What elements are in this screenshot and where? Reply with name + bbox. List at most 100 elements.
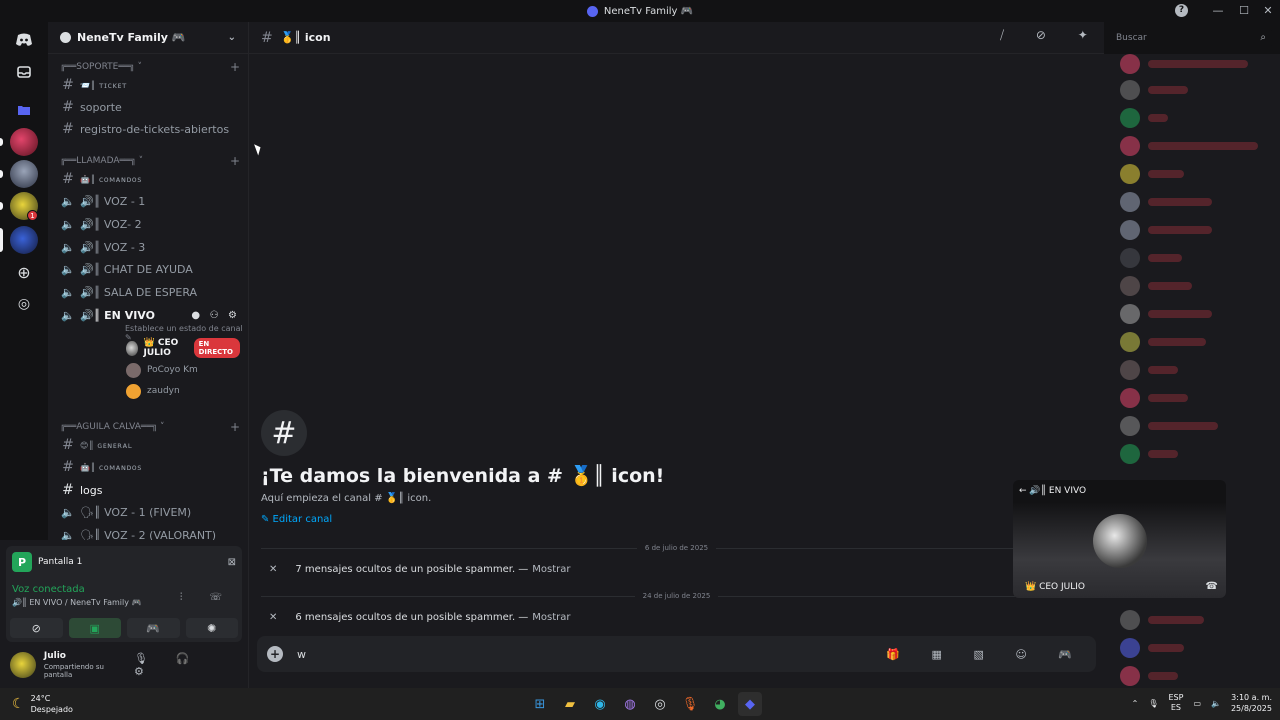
microphone-icon[interactable]: 🎙 [1148, 699, 1158, 708]
category-soporte[interactable]: ╔══SOPORTE══╗ ˅ + [60, 60, 240, 74]
folder-icon[interactable] [10, 96, 38, 124]
server-icon[interactable] [10, 128, 38, 156]
voice-user-zaudyn[interactable]: zaudyn [126, 381, 240, 401]
channel-comandos-2[interactable]: # 🤖║ ᴄᴏᴍᴀɴᴅᴏs [56, 456, 240, 478]
discord-home-icon[interactable] [10, 26, 38, 54]
weather-temp: 24°C [30, 694, 51, 703]
help-icon[interactable]: ? [1175, 4, 1188, 17]
close-icon[interactable]: ✕ [269, 612, 277, 623]
channel-logs[interactable]: # logs [56, 479, 240, 501]
stop-stream-icon[interactable]: ⊠ [228, 557, 236, 568]
show-messages-link[interactable]: Mostrar [532, 564, 570, 575]
channel-label: 🔊║ CHAT DE AYUDA [80, 262, 193, 276]
voice-channel-valorant[interactable]: 🔈 🗣║ VOZ - 2 (VALORANT) [56, 524, 240, 541]
compass-icon[interactable]: ◎ [10, 290, 38, 318]
avatar[interactable] [10, 652, 36, 678]
avatar[interactable] [1120, 136, 1140, 156]
add-server-icon[interactable]: ⊕ [10, 258, 38, 286]
volume-icon[interactable]: 🔈 [1211, 699, 1221, 708]
channel-tools[interactable]: ● ⚇ ⚙ [191, 310, 240, 321]
guild-header[interactable]: NeneTv Family 🎮 ⌄ [48, 22, 248, 54]
voice-user-ceo[interactable]: 👑 CEO JULIO EN DIRECTO [126, 338, 240, 358]
maximize-button[interactable]: ☐ [1234, 2, 1254, 20]
plus-icon[interactable]: + [230, 420, 240, 434]
avatar[interactable] [1120, 638, 1140, 658]
microphone-app-icon[interactable]: 🎙 [678, 692, 702, 716]
channel-registro[interactable]: # registro-de-tickets-abiertos [56, 118, 240, 140]
screen-share-button[interactable]: ▣ [68, 618, 121, 638]
channel-soporte[interactable]: # soporte [56, 96, 240, 118]
inbox-icon[interactable] [10, 58, 38, 86]
start-button-icon[interactable]: ⊞ [528, 692, 552, 716]
edge-icon[interactable]: ◉ [588, 692, 612, 716]
chevron-down-icon[interactable]: ⌄ [228, 32, 236, 43]
activity-button[interactable]: 🎮 [127, 618, 180, 638]
moon-icon: ☾ [12, 696, 25, 712]
plus-icon[interactable]: + [230, 60, 240, 74]
voice-user-pocoyo[interactable]: PoCoyo Km [126, 360, 240, 380]
voice-channel-sala-espera[interactable]: 🔈 🔊║ SALA DE ESPERA [56, 281, 240, 303]
voice-channel-fivem[interactable]: 🔈 🗣║ VOZ - 1 (FIVEM) [56, 501, 240, 523]
voice-channel-chat-ayuda[interactable]: 🔈 🔊║ CHAT DE AYUDA [56, 258, 240, 280]
channel-ticket[interactable]: # 📨║ ᴛɪᴄᴋᴇᴛ [56, 74, 240, 96]
channel-general[interactable]: # 😊║ ɢᴇɴᴇʀᴀʟ [56, 434, 240, 456]
voice-channel-voz1[interactable]: 🔈 🔊║ VOZ - 1 [56, 190, 240, 212]
avatar[interactable] [1120, 192, 1140, 212]
screen-share-card[interactable]: P Pantalla 1 ⊠ [6, 546, 242, 578]
channel-comandos[interactable]: # 🤖║ ᴄᴏᴍᴀɴᴅᴏs [56, 168, 240, 190]
minimize-button[interactable]: — [1208, 2, 1228, 20]
close-button[interactable]: ✕ [1258, 2, 1278, 20]
language-indicator[interactable]: ESP ES [1168, 693, 1183, 713]
server-icon-active[interactable] [10, 226, 38, 254]
user-controls[interactable]: 🎙 🎧 ⚙ [134, 652, 238, 678]
hash-icon: # [62, 77, 74, 93]
chrome-icon[interactable]: ◕ [708, 692, 732, 716]
discord-taskbar-icon[interactable]: ◆ [738, 692, 762, 716]
avatar[interactable] [1120, 80, 1140, 100]
avatar[interactable] [1120, 610, 1140, 630]
stream-popout[interactable]: ← 🔊║ EN VIVO 👑 CEO JULIO ☎ [1013, 480, 1226, 598]
weather-widget[interactable]: ☾ 24°C Despejado [12, 693, 73, 715]
file-explorer-icon[interactable]: ▰ [558, 692, 582, 716]
chevron-up-icon[interactable]: ⌃ [1132, 699, 1139, 708]
voice-channel-voz3[interactable]: 🔈 🔊║ VOZ - 3 [56, 236, 240, 258]
avatar[interactable] [1120, 388, 1140, 408]
network-icon[interactable]: ▭ [1193, 699, 1201, 708]
edit-channel-link[interactable]: ✎ Editar canal [261, 514, 664, 525]
soundboard-button[interactable]: ✺ [185, 618, 238, 638]
message-input[interactable]: w [297, 648, 306, 661]
avatar[interactable] [1120, 360, 1140, 380]
hash-icon: # [62, 121, 74, 137]
clock[interactable]: 3:10 a. m. 25/8/2025 [1231, 692, 1272, 714]
avatar[interactable] [1120, 276, 1140, 296]
chat-app-icon[interactable]: ◍ [618, 692, 642, 716]
avatar[interactable] [1120, 164, 1140, 184]
category-llamada[interactable]: ╔══LLAMADA══╗ ˅ + [60, 154, 240, 168]
close-icon[interactable]: ✕ [269, 564, 277, 575]
category-aguila-calva[interactable]: ╔══AGUILA CALVA══╗ ˅ + [60, 420, 240, 434]
avatar[interactable] [1120, 666, 1140, 686]
avatar[interactable] [1120, 220, 1140, 240]
message-composer[interactable]: + w 🎁 ▦ ▧ ☺ 🎮 [257, 636, 1096, 672]
plus-icon[interactable]: + [230, 154, 240, 168]
popout-header[interactable]: ← 🔊║ EN VIVO [1013, 480, 1226, 502]
avatar[interactable] [1120, 332, 1140, 352]
avatar[interactable] [1120, 108, 1140, 128]
avatar[interactable] [1120, 54, 1140, 74]
voice-controls[interactable]: ⫶ ☏ [180, 592, 234, 603]
search-input[interactable]: Buscar ⌕ [1110, 28, 1272, 48]
avatar[interactable] [1120, 444, 1140, 464]
obs-icon[interactable]: ◎ [648, 692, 672, 716]
composer-tools[interactable]: 🎁 ▦ ▧ ☺ 🎮 [886, 648, 1086, 661]
voice-channel-en-vivo[interactable]: 🔈 🔊║ EN VIVO ● ⚇ ⚙ [56, 304, 240, 326]
voice-channel-voz2[interactable]: 🔈 🔊║ VOZ- 2 [56, 213, 240, 235]
server-icon[interactable] [10, 160, 38, 188]
camera-off-button[interactable]: ⊘ [10, 618, 63, 638]
member-name-blur [1148, 198, 1212, 206]
avatar[interactable] [1120, 304, 1140, 324]
avatar[interactable] [1120, 416, 1140, 436]
plus-icon[interactable]: + [267, 646, 283, 662]
avatar[interactable] [1120, 248, 1140, 268]
hang-up-icon[interactable]: ☎ [1206, 581, 1218, 592]
show-messages-link[interactable]: Mostrar [532, 612, 570, 623]
